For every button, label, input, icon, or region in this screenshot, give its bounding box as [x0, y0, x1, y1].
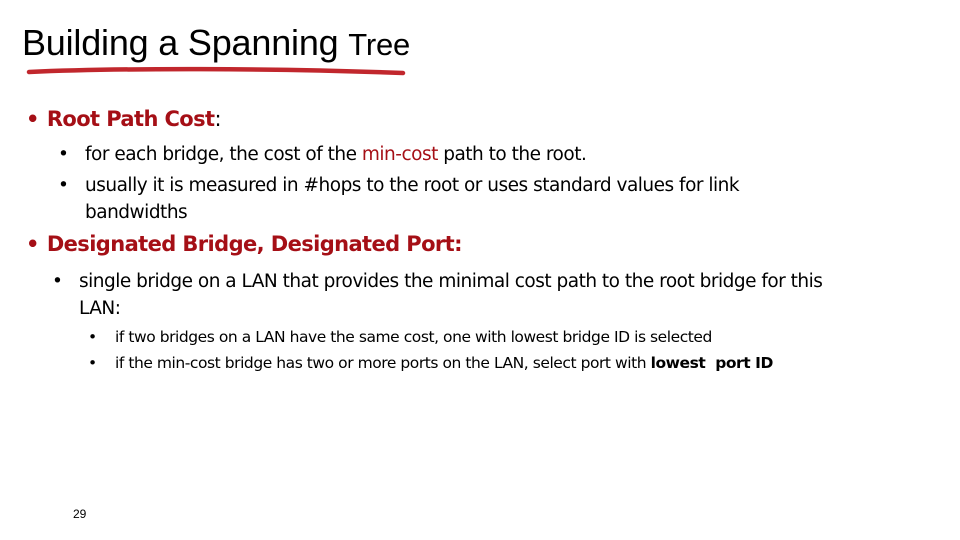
section-heading-designated-bridge: • Designated Bridge, Designated Port: [26, 232, 463, 256]
list-item: • for each bridge, the cost of the min-c… [58, 141, 848, 168]
heading-text: Designated Bridge, Designated Port [46, 232, 455, 256]
text-post: path to the root. [437, 144, 587, 165]
bullet-icon: • [26, 107, 39, 131]
bullet-icon: • [52, 271, 63, 292]
section-heading-root-path-cost: • Root Path Cost: [26, 107, 222, 131]
sub-list-item-text: if two bridges on a LAN have the same co… [115, 328, 712, 346]
text-pre: for each bridge, the cost of the [85, 144, 362, 165]
sub-list-item: • if two bridges on a LAN have the same … [88, 324, 868, 350]
bold-lowest-port-id: lowest port ID [650, 354, 774, 372]
title-main: Building a Spanning [22, 22, 339, 63]
heading-colon: : [214, 107, 221, 131]
sub-list-item: • if the min-cost bridge has two or more… [88, 350, 868, 376]
bullet-icon: • [88, 328, 97, 346]
sub-list-item-text: if the min-cost bridge has two or more p… [115, 350, 868, 376]
heading-text: Root Path Cost [46, 107, 215, 131]
list-item-text: usually it is measured in #hops to the r… [85, 175, 740, 223]
text-pre: if the min-cost bridge has two or more p… [115, 354, 651, 372]
heading-colon: : [454, 232, 462, 256]
bullet-icon: • [88, 354, 97, 372]
list-item: • single bridge on a LAN that provides t… [52, 268, 842, 322]
highlight-min-cost: min-cost [361, 144, 438, 165]
bullet-icon: • [58, 175, 69, 196]
list-item-text: single bridge on a LAN that provides the… [79, 271, 823, 319]
page-number: 29 [73, 507, 87, 521]
list-item-text: for each bridge, the cost of the min-cos… [85, 141, 848, 168]
bullet-icon: • [26, 232, 39, 256]
bullet-icon: • [58, 144, 69, 165]
list-item: • usually it is measured in #hops to the… [58, 172, 818, 226]
title-underline-stroke [26, 66, 406, 76]
slide-title: Building a Spanning Tree [22, 22, 410, 64]
title-tail: Tree [348, 27, 411, 62]
